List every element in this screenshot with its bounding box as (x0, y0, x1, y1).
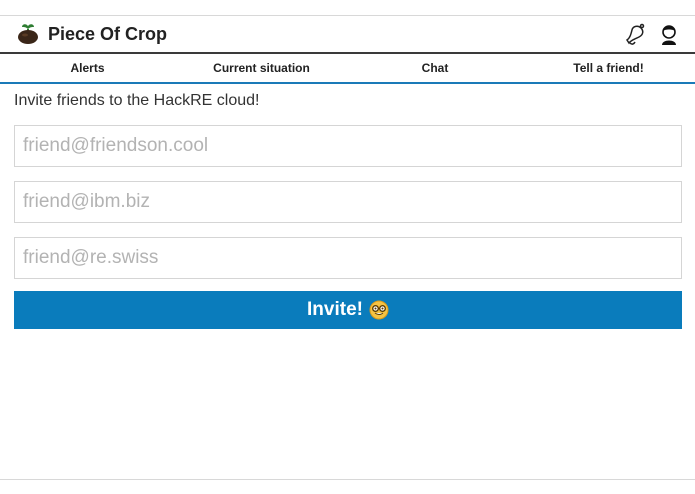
main-tabs: Alerts Current situation Chat Tell a fri… (0, 54, 695, 84)
bell-icon[interactable] (623, 22, 647, 46)
friend-email-field-3[interactable] (14, 237, 682, 279)
brand: Piece Of Crop (16, 22, 167, 46)
user-avatar-icon[interactable] (657, 22, 681, 46)
tab-chat[interactable]: Chat (348, 61, 522, 75)
tab-current-situation[interactable]: Current situation (175, 61, 348, 75)
tab-tell-a-friend[interactable]: Tell a friend! (522, 61, 695, 75)
page-title: Invite friends to the HackRE cloud! (14, 92, 260, 109)
app-title: Piece Of Crop (48, 23, 168, 44)
invite-button-label: Invite! (307, 299, 363, 320)
friend-email-field-2[interactable] (14, 181, 682, 223)
invite-panel: Invite friends to the HackRE cloud! Invi… (0, 84, 695, 329)
header-actions (623, 22, 681, 46)
invite-button[interactable]: Invite! (14, 291, 682, 329)
friend-email-field-1[interactable] (14, 125, 682, 167)
tab-alerts[interactable]: Alerts (0, 61, 175, 75)
app-header: Piece Of Crop (0, 16, 695, 54)
plant-sprout-icon (16, 22, 40, 46)
app-frame: Piece Of Crop Alerts Current situation C… (0, 15, 695, 480)
nerd-face-emoji-icon (369, 300, 389, 320)
